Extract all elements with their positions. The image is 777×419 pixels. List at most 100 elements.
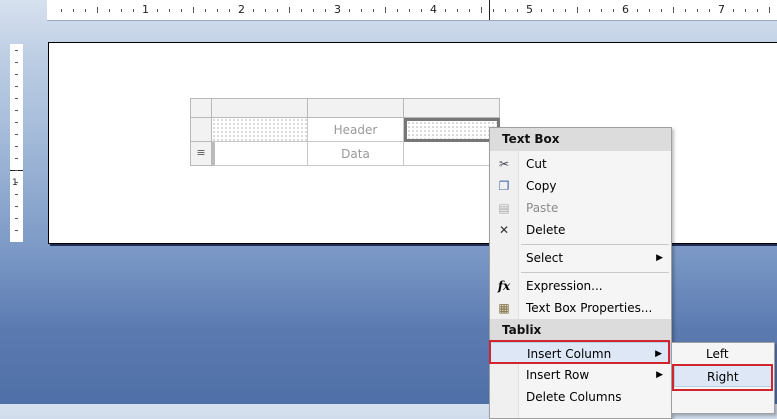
ruler-tick (373, 9, 374, 12)
ruler-tick (253, 9, 254, 12)
menu-item-copy[interactable]: ❐ Copy (490, 175, 671, 197)
ruler-number: 7 (718, 3, 725, 16)
ruler-tick (421, 9, 422, 12)
ruler-tick (397, 9, 398, 12)
menu-item-label: Paste (526, 201, 559, 215)
menu-item-label: Select (526, 251, 564, 265)
ruler-tick (481, 7, 482, 13)
table-row: Header (190, 118, 500, 142)
ruler-tick (409, 9, 410, 12)
header-cell[interactable]: Header (308, 118, 404, 142)
ruler-tick (517, 9, 518, 12)
data-cell[interactable] (404, 142, 500, 166)
ruler-tick (769, 7, 770, 13)
ruler-tick (121, 9, 122, 12)
menu-item-delete-columns[interactable]: Delete Columns (490, 386, 671, 408)
ruler-tick (577, 7, 578, 13)
ruler-tick (637, 9, 638, 12)
column-handle[interactable] (404, 98, 500, 118)
tablix-column-handles (190, 98, 500, 118)
column-handle[interactable] (212, 98, 308, 118)
ruler-tick (15, 62, 18, 63)
ruler-tick (673, 7, 674, 13)
scissors-icon: ✂ (498, 157, 510, 171)
menu-item-text-box-properties[interactable]: ▦ Text Box Properties... (490, 297, 671, 319)
table-row: ≡ Data (190, 142, 500, 166)
menu-item-label: Delete Columns (526, 390, 622, 404)
ruler-tick (181, 9, 182, 12)
menu-item-label: Text Box Properties... (526, 301, 653, 315)
ruler-tick (15, 122, 18, 123)
ruler-tick (15, 98, 18, 99)
menu-item-expression[interactable]: fx Expression... (490, 275, 671, 297)
ruler-tick (217, 9, 218, 12)
header-cell[interactable] (212, 118, 308, 142)
ruler-tick (109, 9, 110, 12)
menu-item-cut[interactable]: ✂ Cut (490, 153, 671, 175)
ruler-number: 6 (622, 3, 629, 16)
ruler-tick (15, 218, 18, 219)
column-handle[interactable] (308, 98, 404, 118)
ruler-tick (15, 170, 18, 171)
menu-item-paste[interactable]: ▤ Paste (490, 197, 671, 219)
insert-column-highlight (489, 340, 670, 364)
ruler-tick (469, 9, 470, 12)
ruler-position-marker (489, 0, 490, 20)
ruler-tick (157, 9, 158, 12)
ruler-tick (325, 9, 326, 12)
ruler-number: 4 (430, 3, 437, 16)
ruler-tick (15, 158, 18, 159)
ruler-tick (15, 110, 18, 111)
header-text: Header (333, 123, 378, 137)
menu-section-header: Text Box (490, 128, 671, 151)
menu-separator (521, 244, 669, 245)
copy-icon: ❐ (498, 179, 510, 193)
ruler-tick (649, 9, 650, 12)
tablix-corner-handle[interactable] (190, 98, 212, 118)
row-grip-icon: ≡ (196, 146, 206, 159)
ruler-tick (601, 9, 602, 12)
ruler-tick (15, 230, 18, 231)
ruler-tick (15, 194, 18, 195)
submenu-arrow-icon: ▶ (656, 370, 663, 380)
menu-item-label: Left (706, 347, 729, 361)
menu-item-delete[interactable]: ✕ Delete (490, 219, 671, 241)
delete-x-icon: ✕ (498, 223, 510, 237)
details-row-handle[interactable]: ≡ (190, 142, 212, 166)
tablix[interactable]: Header ≡ Data (190, 98, 500, 166)
data-cell[interactable]: Data (308, 142, 404, 166)
ruler-tick (205, 9, 206, 12)
ruler-tick (133, 9, 134, 12)
ruler-tick (169, 9, 170, 12)
ruler-tick (15, 86, 18, 87)
ruler-tick (745, 9, 746, 12)
ruler-tick (85, 9, 86, 12)
submenu-arrow-icon: ▶ (656, 253, 663, 263)
menu-section-header: Tablix (490, 319, 671, 342)
row-handle[interactable] (190, 118, 212, 142)
menu-item-insert-row[interactable]: Insert Row ▶ (490, 364, 671, 386)
data-cell[interactable] (212, 142, 308, 166)
vertical-ruler: 1 (10, 44, 23, 242)
ruler-tick (613, 9, 614, 12)
ruler-tick (15, 182, 18, 183)
ruler-tick (15, 74, 18, 75)
properties-icon: ▦ (498, 301, 510, 315)
ruler-tick (301, 9, 302, 12)
ruler-tick (229, 9, 230, 12)
menu-item-label: Delete (526, 223, 566, 237)
insert-right-highlight (672, 364, 773, 391)
ruler-tick (553, 9, 554, 12)
selected-header-cell[interactable] (404, 118, 500, 142)
ruler-number: 3 (334, 3, 341, 16)
ruler-number: 1 (142, 3, 149, 16)
ruler-tick (685, 9, 686, 12)
menu-item-select[interactable]: Select ▶ (490, 247, 671, 269)
data-text: Data (341, 147, 370, 161)
ruler-tick (73, 9, 74, 12)
menu-item-label: Cut (526, 157, 547, 171)
ruler-tick (15, 50, 18, 51)
menu-item-label: Insert Row (526, 368, 590, 382)
ruler-tick (457, 9, 458, 12)
submenu-item-left[interactable]: Left (672, 343, 774, 365)
